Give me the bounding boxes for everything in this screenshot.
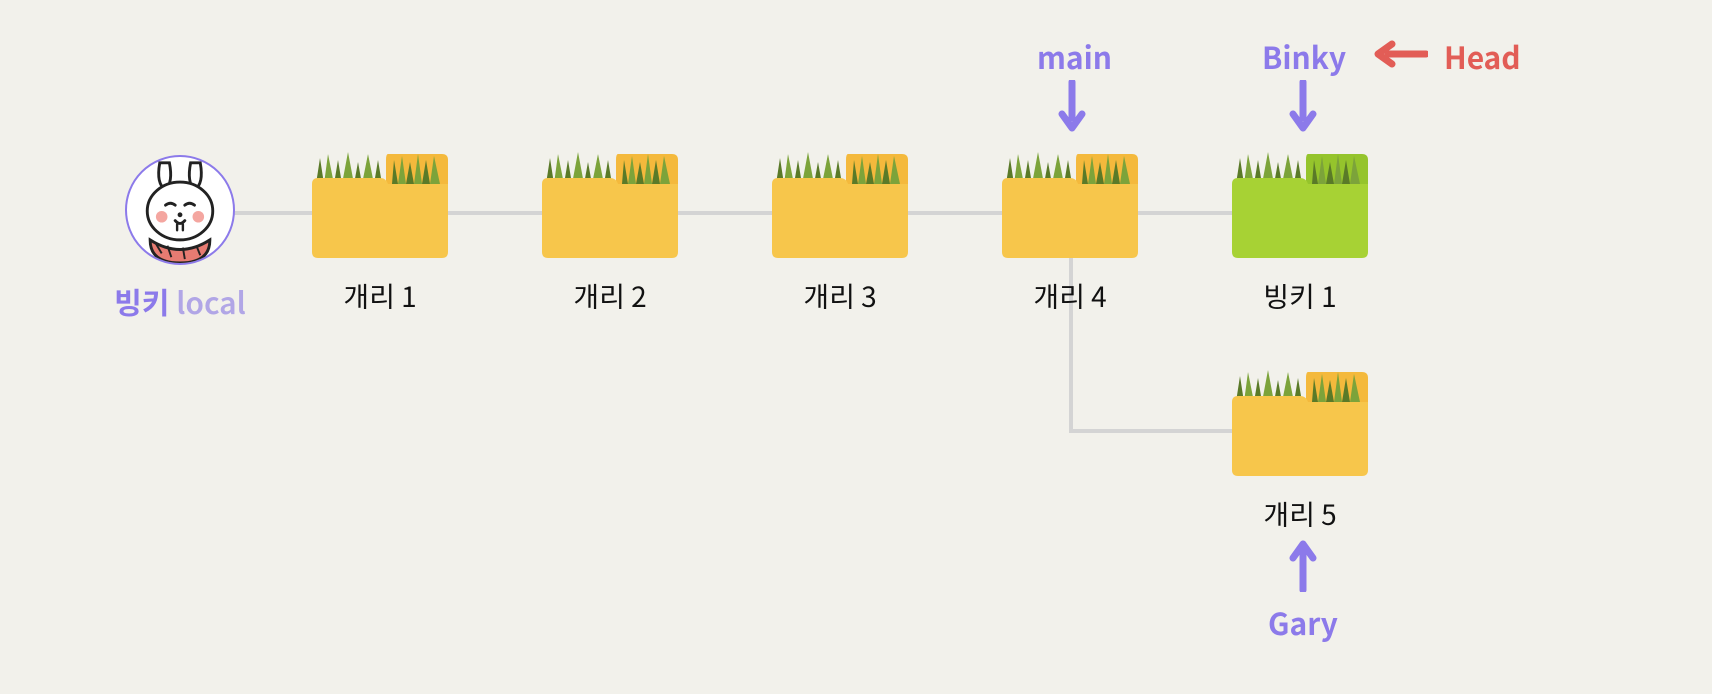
branch-label-binky: Binky	[1262, 34, 1346, 78]
commit-label: 개리 5	[1230, 494, 1370, 534]
arrow-left-icon	[1372, 40, 1428, 68]
folder-icon	[1230, 368, 1370, 478]
arrow-up-icon	[1289, 540, 1317, 592]
commit-node: 개리 1	[310, 150, 450, 316]
user-sub: local	[176, 279, 246, 323]
arrow-down-icon	[1058, 80, 1086, 132]
commit-label: 개리 3	[770, 276, 910, 316]
user-name: 빙키	[114, 279, 169, 323]
commit-node: 개리 4	[1000, 150, 1140, 316]
commit-label: 개리 1	[310, 276, 450, 316]
branch-label-main: main	[1037, 34, 1112, 78]
commit-label: 개리 4	[1000, 276, 1140, 316]
user-label: 빙키 local	[105, 279, 255, 323]
diagram-canvas: 빙키 local 개리 1	[0, 0, 1712, 694]
commit-node: 빙키 1	[1230, 150, 1370, 316]
commit-node: 개리 2	[540, 150, 680, 316]
commit-node: 개리 3	[770, 150, 910, 316]
arrow-down-icon	[1289, 80, 1317, 132]
folder-icon	[310, 150, 450, 260]
folder-icon	[1000, 150, 1140, 260]
head-label: Head	[1444, 34, 1521, 78]
folder-icon	[770, 150, 910, 260]
commit-label: 개리 2	[540, 276, 680, 316]
commit-node: 개리 5	[1230, 368, 1370, 534]
user-node: 빙키 local	[105, 155, 255, 323]
branch-label-gary: Gary	[1268, 600, 1338, 644]
folder-icon	[1230, 150, 1370, 260]
avatar-icon	[125, 155, 235, 265]
commit-label: 빙키 1	[1230, 276, 1370, 316]
folder-icon	[540, 150, 680, 260]
